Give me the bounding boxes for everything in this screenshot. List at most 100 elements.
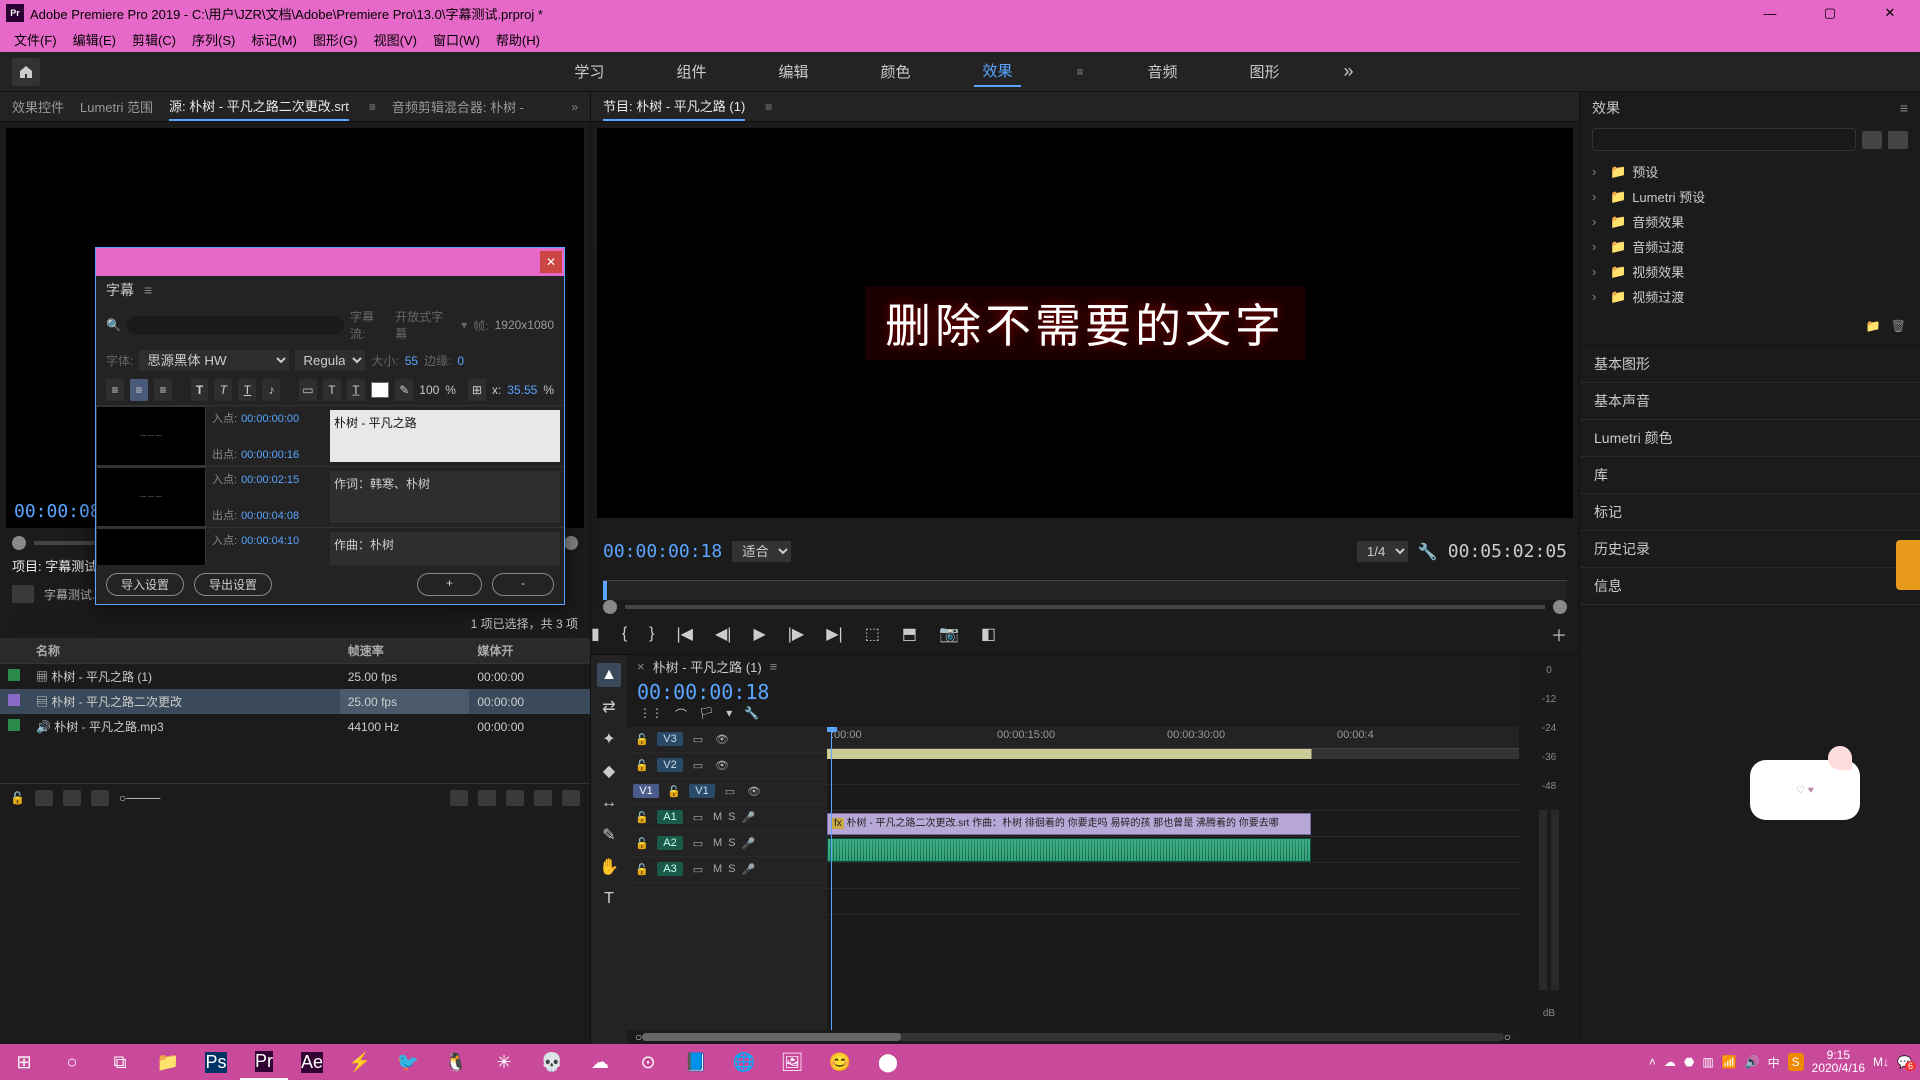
caption-item[interactable]: 入点:00:00:04:10 作曲：朴树 [96, 527, 564, 565]
new-item-button[interactable] [534, 790, 552, 806]
caption-text[interactable]: 朴树 - 平凡之路 [330, 410, 560, 462]
captions-search[interactable] [127, 316, 344, 335]
caption-text[interactable]: 作词：韩寒、朴树 [330, 471, 560, 523]
effects-folder[interactable]: ›📁视频过渡 [1592, 284, 1908, 309]
panel-lumetri-color[interactable]: Lumetri 颜色 [1580, 420, 1920, 457]
edge-value[interactable]: 0 [457, 354, 464, 368]
import-settings-button[interactable]: 导入设置 [106, 573, 184, 596]
export-frame-button[interactable]: 📷 [939, 624, 959, 644]
captions-close-button[interactable]: ✕ [540, 251, 562, 273]
project-row[interactable]: 🔊 朴树 - 平凡之路.mp3 44100 Hz00:00:00 [0, 714, 590, 739]
panel-info[interactable]: 信息 [1580, 568, 1920, 605]
tray-chevron[interactable]: ˄ [1649, 1055, 1656, 1069]
track-select-tool[interactable]: ⇄ [597, 695, 621, 719]
work-area[interactable] [827, 749, 1519, 759]
ws-edit[interactable]: 编辑 [770, 57, 816, 86]
wrench-icon[interactable]: 🔧 [744, 706, 759, 723]
tab-effect-controls[interactable]: 效果控件 [12, 93, 64, 120]
menu-graphics[interactable]: 图形(G) [307, 28, 364, 51]
export-settings-button[interactable]: 导出设置 [194, 573, 272, 596]
mark-in-button[interactable]: ▮ [591, 624, 600, 644]
tray-volume-icon[interactable]: 🔊 [1745, 1055, 1760, 1069]
tray-ime[interactable]: 中 [1768, 1054, 1780, 1071]
new-bin-button[interactable] [506, 790, 524, 806]
taskbar-app[interactable]: ☁ [576, 1044, 624, 1080]
bg-button[interactable]: ▭ [299, 379, 317, 401]
menu-edit[interactable]: 编辑(E) [67, 28, 122, 51]
taskbar-app-ae[interactable]: Ae [288, 1044, 336, 1080]
scrub-knob[interactable] [603, 600, 617, 614]
align-right-button[interactable]: ≡ [154, 379, 172, 401]
menu-clip[interactable]: 剪辑(C) [126, 28, 182, 51]
go-out-button[interactable]: ▶| [826, 624, 842, 644]
playhead[interactable] [831, 727, 832, 1031]
zoom-slider[interactable]: ○──── [119, 791, 160, 805]
x-value[interactable]: 35.55 [507, 383, 537, 397]
effects-folder[interactable]: ›📁音频过渡 [1592, 234, 1908, 259]
ws-overflow[interactable]: » [1344, 61, 1354, 82]
effects-badge-icon[interactable] [1862, 131, 1882, 149]
menu-help[interactable]: 帮助(H) [490, 28, 546, 51]
menu-window[interactable]: 窗口(W) [427, 28, 486, 51]
ripple-tool[interactable]: ✦ [597, 727, 621, 751]
panel-menu-icon[interactable]: ≡ [765, 100, 772, 114]
settings-icon[interactable]: ▾ [726, 706, 732, 723]
automate-button[interactable] [450, 790, 468, 806]
program-scrubber[interactable] [603, 580, 1567, 600]
fit-select[interactable]: 适合 [732, 541, 791, 562]
effects-title[interactable]: 效果 [1592, 98, 1620, 118]
caption-item[interactable]: — — — 入点:00:00:02:15 出点:00:00:04:08 作词：韩… [96, 466, 564, 527]
tab-source[interactable]: 源: 朴树 - 平凡之路二次更改.srt [169, 92, 349, 121]
tray-icon[interactable]: ▥ [1702, 1055, 1713, 1069]
tab-program[interactable]: 节目: 朴树 - 平凡之路 (1) [603, 92, 745, 121]
cortana-button[interactable]: ○ [48, 1044, 96, 1080]
close-button[interactable]: ✕ [1860, 0, 1920, 26]
panel-menu-icon[interactable]: ≡ [144, 282, 152, 298]
scrub-knob-r[interactable] [564, 536, 578, 550]
panel-essential-sound[interactable]: 基本声音 [1580, 383, 1920, 420]
timeline-area[interactable]: :00:00 00:00:15:00 00:00:30:00 00:00:4 f… [827, 727, 1519, 1031]
eyedropper-button[interactable]: ✎ [395, 379, 413, 401]
razor-tool[interactable]: ◆ [597, 759, 621, 783]
captions-titlebar[interactable]: ✕ [96, 248, 564, 276]
effects-badge-icon[interactable] [1888, 131, 1908, 149]
position-grid-button[interactable]: ⊞ [468, 379, 486, 401]
lock-icon[interactable]: 🔓 [633, 733, 651, 746]
ws-audio[interactable]: 音频 [1140, 57, 1186, 86]
taskview-button[interactable]: ⧉ [96, 1044, 144, 1080]
toggle-output[interactable]: ▭ [689, 733, 707, 746]
minimize-button[interactable]: — [1740, 0, 1800, 26]
tab-project[interactable]: 项目: 字幕测试 [12, 556, 97, 575]
eye-icon[interactable]: 👁 [713, 733, 731, 746]
color-swatch[interactable] [371, 382, 389, 398]
effects-folder[interactable]: ›📁视频效果 [1592, 259, 1908, 284]
home-button[interactable] [12, 58, 40, 86]
lift-button[interactable]: ⬚ [865, 624, 880, 644]
list-view-button[interactable] [35, 790, 53, 806]
snap-icon[interactable]: ⋮⋮ [639, 706, 663, 723]
panel-menu-icon[interactable]: ≡ [770, 659, 778, 674]
panel-essential-graphics[interactable]: 基本图形 [1580, 346, 1920, 383]
settings-icon[interactable]: 🔧 [1418, 542, 1438, 562]
taskbar-app[interactable]: ✳ [480, 1044, 528, 1080]
effects-folder[interactable]: ›📁预设 [1592, 159, 1908, 184]
size-value[interactable]: 55 [405, 354, 418, 368]
effects-folder[interactable]: ›📁Lumetri 预设 [1592, 184, 1908, 209]
caption-text[interactable]: 作曲：朴树 [330, 532, 560, 565]
scrub-knob[interactable] [12, 536, 26, 550]
side-widget[interactable] [1896, 540, 1920, 590]
timeline-timecode[interactable]: 00:00:00:18 [637, 680, 769, 704]
source-patch[interactable]: V1 [633, 784, 659, 798]
desktop-mascot[interactable]: ♡ ♥ [1750, 760, 1860, 820]
weight-select[interactable]: Regular [295, 350, 365, 371]
pen-tool[interactable]: ✎ [597, 823, 621, 847]
panel-history[interactable]: 历史记录 [1580, 531, 1920, 568]
tab-lumetri-scopes[interactable]: Lumetri 范围 [80, 93, 153, 120]
taskbar-app[interactable]: ⊙ [624, 1044, 672, 1080]
add-caption-button[interactable]: + [417, 573, 482, 596]
taskbar-app[interactable]: 🌐 [720, 1044, 768, 1080]
scrub-knob-r[interactable] [1553, 600, 1567, 614]
program-monitor[interactable]: 删除不需要的文字 [597, 128, 1573, 518]
find-button[interactable] [478, 790, 496, 806]
tray-notifications[interactable]: 💬6 [1897, 1055, 1912, 1069]
